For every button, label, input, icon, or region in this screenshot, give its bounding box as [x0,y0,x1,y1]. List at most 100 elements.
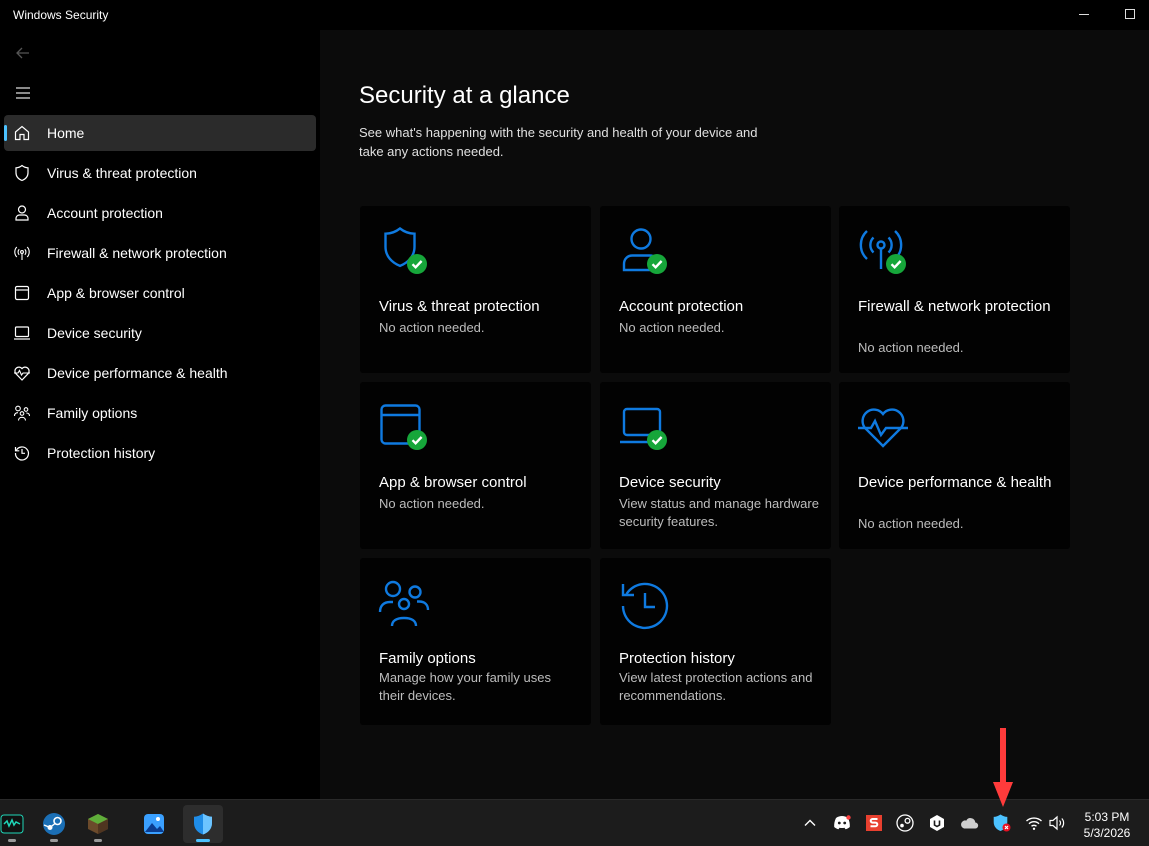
person-icon [622,228,667,274]
sidebar-item-label: Family options [47,405,138,421]
sidebar-item-app-browser[interactable]: App & browser control [4,275,316,311]
shield-icon [384,226,427,274]
card-title: Device performance & health [858,474,1052,491]
sidebar-item-label: Firewall & network protection [47,245,227,261]
sidebar-item-label: Protection history [47,445,156,461]
maximize-button[interactable] [1119,4,1141,24]
running-indicator [50,839,58,842]
card-title: App & browser control [379,474,527,491]
taskbar-app-minecraft[interactable] [78,805,118,843]
window-title: Windows Security [13,8,109,22]
tray-wifi[interactable] [1024,813,1044,833]
sidebar-item-device-security[interactable]: Device security [4,315,316,351]
tray-discord[interactable] [832,813,852,833]
card-device-security[interactable]: Device security View status and manage h… [600,382,831,549]
taskbar-clock[interactable]: 5:03 PM 5/3/2026 [1072,809,1142,841]
card-title: Firewall & network protection [858,298,1051,315]
chevron-up-icon [804,819,816,826]
card-title: Account protection [619,298,744,315]
sidebar: Home Virus & threat protection Account p… [0,30,320,799]
steam-app-icon [43,813,65,835]
sidebar-item-label: Account protection [47,205,163,221]
hex-app-icon [930,815,944,831]
browser-window-icon [14,285,30,301]
card-desc: No action needed. [858,340,964,355]
maximize-icon [1125,9,1135,19]
laptop-icon [14,326,30,340]
taskbar-app-photos[interactable] [134,805,174,843]
windows-security-app-icon [194,813,212,835]
hamburger-icon [16,87,30,99]
sidebar-item-device-performance[interactable]: Device performance & health [4,355,316,391]
sidebar-item-firewall[interactable]: Firewall & network protection [4,235,316,271]
tray-windows-security[interactable] [992,813,1012,833]
tray-hex-app[interactable] [927,813,947,833]
clock-date: 5/3/2026 [1083,826,1131,840]
tray-volume[interactable] [1047,813,1067,833]
card-desc: View status and manage hardware security… [619,496,819,529]
wifi-icon [1026,817,1042,830]
card-desc: No action needed. [619,320,725,335]
minecraft-app-icon [88,814,108,834]
heart-pulse-icon [858,408,908,448]
volume-icon [1049,815,1065,831]
tray-steam[interactable] [895,813,915,833]
discord-icon [834,815,851,830]
history-icon [14,446,30,461]
shield-icon [15,164,29,182]
card-firewall[interactable]: Firewall & network protection No action … [839,206,1070,373]
taskbar: 5:03 PM 5/3/2026 [0,799,1149,846]
minimize-icon [1079,13,1089,15]
title-bar: Windows Security [0,0,1149,30]
antenna-icon [14,246,30,260]
sidebar-item-virus-threat[interactable]: Virus & threat protection [4,155,316,191]
browser-window-icon [380,404,427,450]
family-icon [378,580,430,627]
card-title: Device security [619,474,721,491]
card-account[interactable]: Account protection No action needed. [600,206,831,373]
taskbar-app-steam[interactable] [34,805,74,843]
annotation-arrow [993,728,1013,807]
audio-waveform-app-icon [0,814,24,834]
family-icon [13,405,31,421]
card-virus-threat[interactable]: Virus & threat protection No action need… [360,206,591,373]
card-desc: Manage how your family uses their device… [379,670,551,703]
sidebar-item-home[interactable]: Home [4,115,316,151]
back-button[interactable] [12,43,34,63]
photos-app-icon [144,814,164,834]
sidebar-item-family[interactable]: Family options [4,395,316,431]
tray-s-app[interactable] [864,813,884,833]
sidebar-item-account[interactable]: Account protection [4,195,316,231]
card-family[interactable]: Family options Manage how your family us… [360,558,591,725]
hamburger-menu-button[interactable] [12,83,34,103]
card-history[interactable]: Protection history View latest protectio… [600,558,831,725]
heart-pulse-icon [14,366,30,381]
page-title: Security at a glance [359,82,570,109]
running-indicator [94,839,102,842]
sidebar-item-label: Device security [47,325,142,341]
card-desc: No action needed. [858,516,964,531]
card-title: Virus & threat protection [379,298,540,315]
card-desc: View latest protection actions and recom… [619,670,813,703]
sidebar-nav: Home Virus & threat protection Account p… [4,115,316,475]
s-app-icon [866,815,882,831]
onedrive-icon [961,818,979,829]
page-subtitle: See what's happening with the security a… [359,125,758,159]
taskbar-app-audio[interactable] [0,805,32,843]
card-desc: No action needed. [379,320,485,335]
running-indicator [8,839,16,842]
card-app-browser[interactable]: App & browser control No action needed. [360,382,591,549]
card-device-performance[interactable]: Device performance & health No action ne… [839,382,1070,549]
tray-onedrive[interactable] [959,813,979,833]
active-indicator [196,839,210,842]
minimize-button[interactable] [1073,4,1095,24]
sidebar-item-label: Virus & threat protection [47,165,197,181]
history-icon [621,582,669,630]
steam-tray-icon [896,814,914,832]
taskbar-app-windows-security[interactable] [183,805,223,843]
security-warning-icon [993,814,1011,832]
sidebar-item-label: Home [47,125,85,141]
sidebar-item-history[interactable]: Protection history [4,435,316,471]
show-hidden-icons-button[interactable] [800,813,820,833]
card-desc: No action needed. [379,496,485,511]
